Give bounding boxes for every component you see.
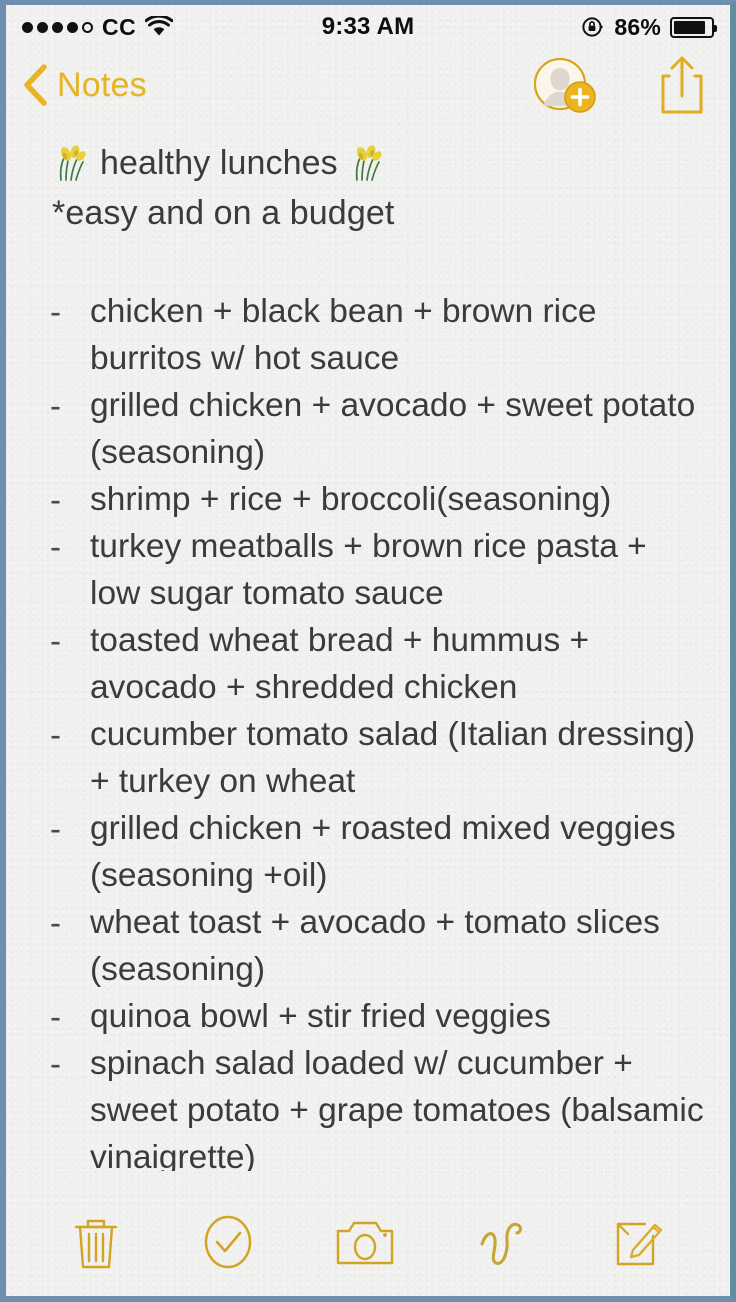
check-circle-icon (200, 1212, 256, 1272)
list-item-text: spinach salad loaded w/ cucumber + sweet… (90, 1045, 704, 1171)
list-item-bullet: - (50, 528, 61, 566)
signal-dot-2 (37, 21, 48, 33)
back-to-notes-button[interactable]: Notes (20, 62, 147, 108)
list-item[interactable]: - spinach salad loaded w/ cucumber + swee… (50, 1040, 712, 1171)
list-item-bullet: - (50, 293, 61, 331)
lunch-ideas-list: - chicken + black bean + brown rice burri… (50, 288, 712, 1171)
bottom-toolbar (12, 1194, 724, 1290)
checklist-button[interactable] (196, 1208, 260, 1276)
list-item[interactable]: - cucumber tomato salad (Italian dressing… (50, 711, 712, 805)
list-item-bullet: - (50, 998, 61, 1036)
list-item-bullet: - (50, 481, 61, 519)
note-body[interactable]: healthy lunches *easy and on a budget - … (6, 121, 730, 1171)
list-item-bullet: - (50, 904, 61, 942)
list-item-bullet: - (50, 1045, 61, 1083)
list-item[interactable]: - grilled chicken + roasted mixed veggies… (50, 805, 712, 899)
list-item[interactable]: - chicken + black bean + brown rice burri… (50, 288, 712, 382)
share-button[interactable] (654, 50, 710, 120)
list-item-bullet: - (50, 716, 61, 754)
notes-app-screen: CC 9:33 AM 86% Notes healthy lunches *ea… (0, 0, 736, 1302)
back-button-label: Notes (57, 65, 147, 104)
delete-button[interactable] (65, 1208, 127, 1276)
list-item-text: cucumber tomato salad (Italian dressing)… (90, 716, 696, 801)
sheaf-of-rice-emoji (350, 144, 384, 182)
compose-button[interactable] (605, 1208, 671, 1276)
signal-dot-4 (67, 21, 78, 33)
compose-icon (609, 1212, 667, 1272)
battery-icon (670, 16, 717, 38)
note-title-row: healthy lunches (54, 143, 712, 184)
nav-bar: Notes (6, 49, 730, 121)
list-item-text: shrimp + rice + broccoli(seasoning) (90, 481, 612, 519)
add-person-icon (532, 54, 598, 116)
add-person-button[interactable] (528, 50, 602, 120)
rotation-lock-icon (581, 15, 605, 39)
list-item-bullet: - (50, 387, 61, 425)
wifi-icon (145, 16, 174, 38)
list-item-text: toasted wheat bread + hummus + avocado +… (90, 622, 590, 707)
list-item[interactable]: - quinoa bowl + stir fried veggies (50, 993, 712, 1040)
list-item-bullet: - (50, 622, 61, 660)
list-item-text: wheat toast + avocado + tomato slices (s… (90, 904, 660, 989)
list-item[interactable]: - shrimp + rice + broccoli(seasoning) (50, 476, 712, 523)
list-item-bullet: - (50, 810, 61, 848)
squiggle-icon (474, 1212, 532, 1272)
carrier-label: CC (102, 13, 137, 40)
share-icon (658, 54, 706, 116)
list-item[interactable]: - toasted wheat bread + hummus + avocado … (50, 617, 712, 711)
signal-dot-3 (52, 21, 63, 33)
trash-icon (69, 1212, 123, 1272)
camera-button[interactable] (330, 1209, 400, 1275)
sheaf-of-rice-emoji (54, 144, 88, 182)
clock-label: 9:33 AM (321, 13, 415, 40)
list-item[interactable]: - grilled chicken + avocado + sweet potat… (50, 382, 712, 476)
signal-strength-dots (22, 21, 93, 33)
status-bar-right: 86% (581, 13, 717, 41)
battery-percent-label: 86% (614, 13, 661, 40)
list-item-text: chicken + black bean + brown rice burrit… (90, 293, 597, 378)
camera-icon (334, 1213, 396, 1271)
signal-dot-1 (22, 21, 33, 33)
list-item[interactable]: - turkey meatballs + brown rice pasta + l… (50, 523, 712, 617)
list-item-text: turkey meatballs + brown rice pasta + lo… (90, 528, 647, 613)
status-bar: CC 9:33 AM 86% (6, 5, 730, 49)
nav-bar-actions (528, 50, 710, 120)
list-item-text: grilled chicken + roasted mixed veggies … (90, 810, 676, 895)
list-item-text: grilled chicken + avocado + sweet potato… (90, 387, 696, 472)
list-item[interactable]: - wheat toast + avocado + tomato slices (… (50, 899, 712, 993)
note-title: healthy lunches (100, 144, 338, 182)
list-item-text: quinoa bowl + stir fried veggies (90, 998, 551, 1036)
status-bar-left: CC (22, 13, 174, 41)
signal-dot-5 (82, 21, 93, 33)
chevron-left-icon (20, 62, 50, 108)
note-subtitle: *easy and on a budget (52, 193, 395, 232)
sketch-button[interactable] (470, 1208, 536, 1276)
